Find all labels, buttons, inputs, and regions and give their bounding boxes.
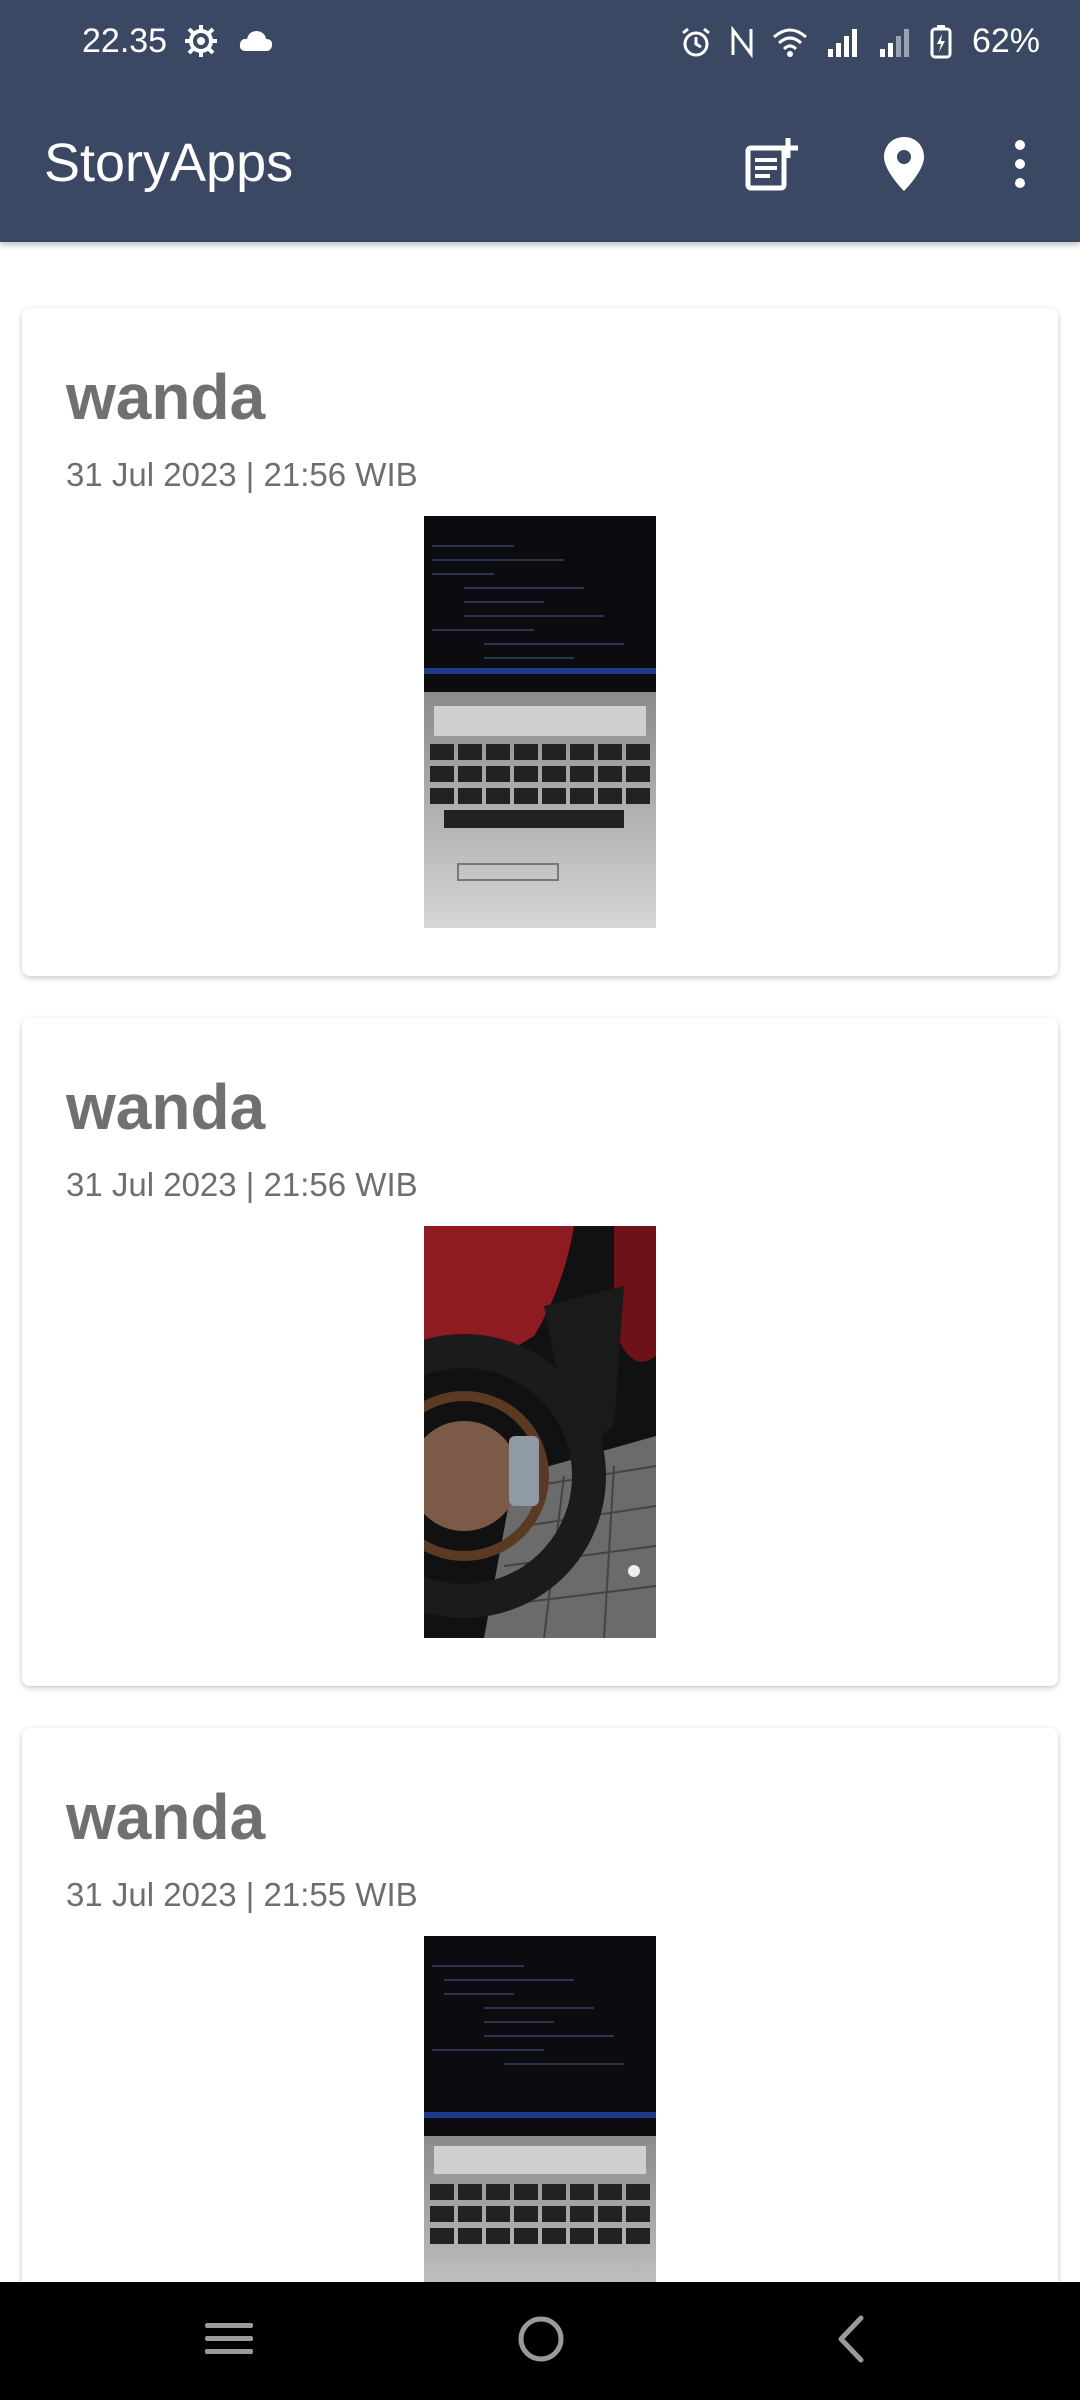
alarm-icon <box>680 26 712 58</box>
app-title: StoryApps <box>44 133 294 193</box>
story-date: 31 Jul 2023 | 21:56 WIB <box>66 456 418 493</box>
back-icon <box>833 2314 869 2369</box>
story-author: wanda <box>66 361 266 433</box>
story-photo[interactable] <box>424 516 656 928</box>
more-options-button[interactable] <box>982 128 1058 204</box>
home-button[interactable] <box>486 2306 596 2376</box>
recent-apps-icon <box>203 2319 255 2364</box>
story-date: 31 Jul 2023 | 21:55 WIB <box>66 1876 418 1913</box>
recent-apps-button[interactable] <box>174 2306 284 2376</box>
system-nav-bar <box>0 2282 1080 2400</box>
story-author: wanda <box>66 1071 266 1143</box>
status-time: 22.35 <box>82 22 168 60</box>
story-card[interactable]: wanda 31 Jul 2023 | 21:56 WIB <box>22 308 1058 976</box>
story-list[interactable]: wanda 31 Jul 2023 | 21:56 WIB wanda 31 J… <box>0 242 1080 2282</box>
wifi-icon <box>772 27 808 57</box>
top-bar: 22.35 62% StoryApps <box>0 0 1080 242</box>
signal-icon <box>826 27 860 57</box>
app-bar: StoryApps <box>0 90 1080 242</box>
battery-charging-icon <box>930 24 952 59</box>
add-story-icon <box>744 136 800 197</box>
add-story-button[interactable] <box>734 128 810 204</box>
story-card[interactable]: wanda 31 Jul 2023 | 21:55 WIB <box>22 1728 1058 2282</box>
settings-gear-icon <box>184 24 218 63</box>
story-date: 31 Jul 2023 | 21:56 WIB <box>66 1166 418 1203</box>
more-vert-icon <box>1013 139 1027 194</box>
story-photo[interactable] <box>424 1936 656 2282</box>
back-button[interactable] <box>796 2306 906 2376</box>
story-card[interactable]: wanda 31 Jul 2023 | 21:56 WIB <box>22 1018 1058 1686</box>
map-button[interactable] <box>866 128 942 204</box>
location-pin-icon <box>882 135 926 198</box>
story-author: wanda <box>66 1781 266 1853</box>
story-photo[interactable] <box>424 1226 656 1638</box>
home-icon <box>516 2314 566 2369</box>
signal-icon <box>878 27 912 57</box>
status-bar: 22.35 62% <box>0 0 1080 90</box>
cloud-icon <box>238 29 274 58</box>
nfc-icon <box>730 25 754 58</box>
battery-percentage: 62% <box>971 22 1040 60</box>
